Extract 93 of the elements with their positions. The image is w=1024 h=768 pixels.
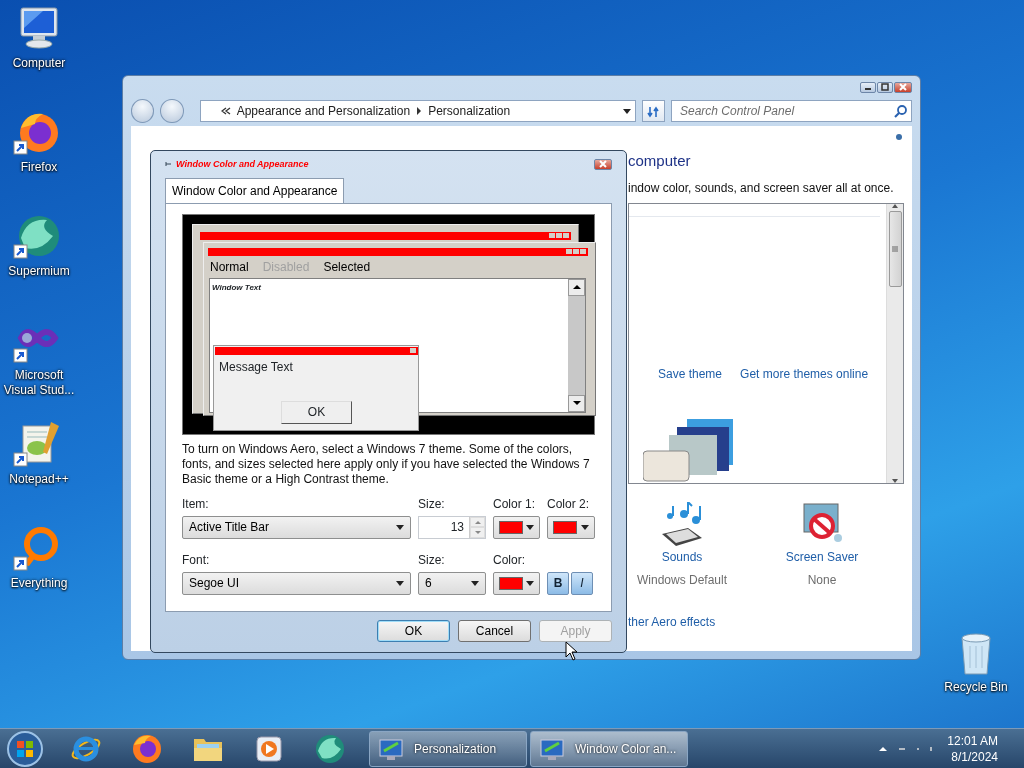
desktop-icon-label[interactable]: Supermium bbox=[0, 264, 78, 279]
close-button[interactable] bbox=[594, 158, 612, 170]
link[interactable]: Save theme bbox=[658, 365, 723, 383]
task-label: Personalization bbox=[414, 740, 497, 758]
field-label: Color 2: bbox=[547, 495, 591, 513]
breadcrumb-link[interactable]: Appearance and Personalization bbox=[236, 102, 411, 120]
color-picker[interactable] bbox=[493, 515, 540, 539]
desktop-icon-label[interactable]: Recycle Bin bbox=[937, 680, 1015, 695]
select-value: 6 bbox=[425, 575, 432, 593]
setting-value: Windows Default bbox=[636, 572, 727, 589]
dropdown-arrow-icon bbox=[471, 580, 479, 586]
bold-toggle[interactable]: B bbox=[547, 571, 569, 595]
scroll-down-icon[interactable] bbox=[892, 479, 898, 483]
scroll-up-icon[interactable] bbox=[892, 204, 898, 208]
scroll-up-icon bbox=[572, 285, 581, 290]
desktop-icon-label[interactable]: Microsoft Visual Stud... bbox=[0, 368, 78, 398]
address-bar[interactable]: Appearance and Personalization Personalization bbox=[199, 100, 636, 122]
preview-message-text: Message Text bbox=[219, 358, 293, 376]
dialog-title: Window Color and Appearance bbox=[176, 157, 309, 171]
field-label: Size: bbox=[418, 551, 446, 569]
size-spinner[interactable]: 13 bbox=[418, 515, 486, 539]
monitor-icon bbox=[378, 736, 404, 761]
field-label: Size: bbox=[418, 495, 446, 513]
task-label: Window Color an... bbox=[575, 740, 677, 758]
close-icon bbox=[598, 160, 608, 169]
spinner-value: 13 bbox=[450, 519, 464, 537]
window-icon bbox=[165, 161, 172, 168]
minimize-button[interactable] bbox=[860, 81, 876, 93]
link[interactable]: Get more themes online bbox=[740, 365, 869, 383]
start-button[interactable] bbox=[6, 729, 44, 768]
breadcrumb-link[interactable]: Personalization bbox=[428, 102, 511, 120]
caption-buttons-icon bbox=[410, 348, 416, 354]
link[interactable]: ther Aero effects bbox=[628, 615, 716, 629]
desktop-icon-label[interactable]: Notepad++ bbox=[0, 472, 78, 487]
refresh-button[interactable] bbox=[641, 100, 665, 122]
help-icon[interactable] bbox=[896, 134, 902, 140]
tray-icons-drawing[interactable] bbox=[879, 745, 934, 752]
select-value: Segoe UI bbox=[189, 575, 240, 593]
field-label: Font: bbox=[182, 551, 211, 569]
font-select[interactable]: Segoe UI bbox=[182, 571, 411, 595]
field-label: Item: bbox=[182, 495, 210, 513]
grip-icon bbox=[892, 246, 898, 252]
desktop-icon-label[interactable]: Firefox bbox=[0, 160, 78, 175]
item-select[interactable]: Active Title Bar bbox=[182, 515, 411, 539]
tab[interactable]: Window Color and Appearance bbox=[165, 177, 345, 203]
dropdown-arrow-icon bbox=[396, 580, 404, 586]
breadcrumb-arrow-icon[interactable] bbox=[416, 107, 423, 115]
spin-down-icon[interactable] bbox=[474, 531, 481, 534]
monitor-icon bbox=[539, 736, 565, 761]
spin-up-icon[interactable] bbox=[474, 520, 481, 524]
dropdown-arrow-icon[interactable] bbox=[622, 108, 631, 114]
windows-logo-icon bbox=[6, 729, 44, 768]
close-icon bbox=[898, 83, 908, 91]
maximize-button[interactable] bbox=[877, 81, 893, 93]
clock-time[interactable]: 12:01 AM bbox=[947, 732, 998, 749]
dropdown-arrow-icon bbox=[526, 524, 535, 530]
taskbar-task[interactable]: Personalization bbox=[369, 730, 527, 767]
dropdown-arrow-icon bbox=[526, 580, 535, 586]
page-description: indow color, sounds, and screen saver all at once. bbox=[628, 180, 895, 197]
dropdown-arrow-icon bbox=[396, 524, 404, 530]
link[interactable]: Screen Saver bbox=[785, 548, 859, 566]
setting-value: None bbox=[807, 572, 837, 589]
refresh-icon bbox=[647, 104, 660, 118]
select-value: Active Title Bar bbox=[189, 519, 270, 537]
caption-buttons-icon bbox=[549, 233, 569, 239]
caption-buttons-icon bbox=[566, 249, 586, 255]
theme-thumbnails-drawing[interactable] bbox=[643, 417, 735, 483]
browser-icon bbox=[314, 732, 346, 765]
chevron-icon[interactable] bbox=[220, 107, 231, 115]
pointer-icon bbox=[565, 641, 578, 661]
close-button[interactable] bbox=[894, 81, 912, 93]
search-icon[interactable] bbox=[894, 105, 907, 118]
clock-date[interactable]: 8/1/2024 bbox=[947, 748, 998, 765]
maximize-icon bbox=[880, 83, 890, 91]
color-picker[interactable] bbox=[547, 515, 595, 539]
italic-toggle[interactable]: I bbox=[571, 571, 593, 595]
link[interactable]: Sounds bbox=[661, 548, 703, 566]
font-size-select[interactable]: 6 bbox=[418, 571, 486, 595]
browser-icon bbox=[131, 732, 163, 765]
dialog-button[interactable]: Cancel bbox=[458, 620, 531, 642]
color-picker[interactable] bbox=[493, 571, 540, 595]
field-label: Color: bbox=[493, 551, 526, 569]
field-label: Color 1: bbox=[493, 495, 537, 513]
dialog-button[interactable]: OK bbox=[377, 620, 450, 642]
scrollbar[interactable] bbox=[886, 204, 903, 483]
search-field[interactable]: Search Control Panel bbox=[671, 100, 912, 122]
dropdown-arrow-icon bbox=[581, 524, 589, 530]
desktop-icon-label[interactable]: Everything bbox=[0, 576, 78, 591]
scroll-down-icon bbox=[572, 401, 581, 406]
instructions-text: To turn on Windows Aero, select a Windows 7 theme. Some of the colors, fonts, and sizes selected here apply only if you have selected the Windows 7 Basic theme or a High Contrast theme. bbox=[182, 441, 591, 487]
page-heading: computer bbox=[628, 152, 692, 170]
preview-window-text: Window Text bbox=[212, 281, 261, 294]
desktop-icon-label[interactable]: Computer bbox=[0, 56, 78, 71]
